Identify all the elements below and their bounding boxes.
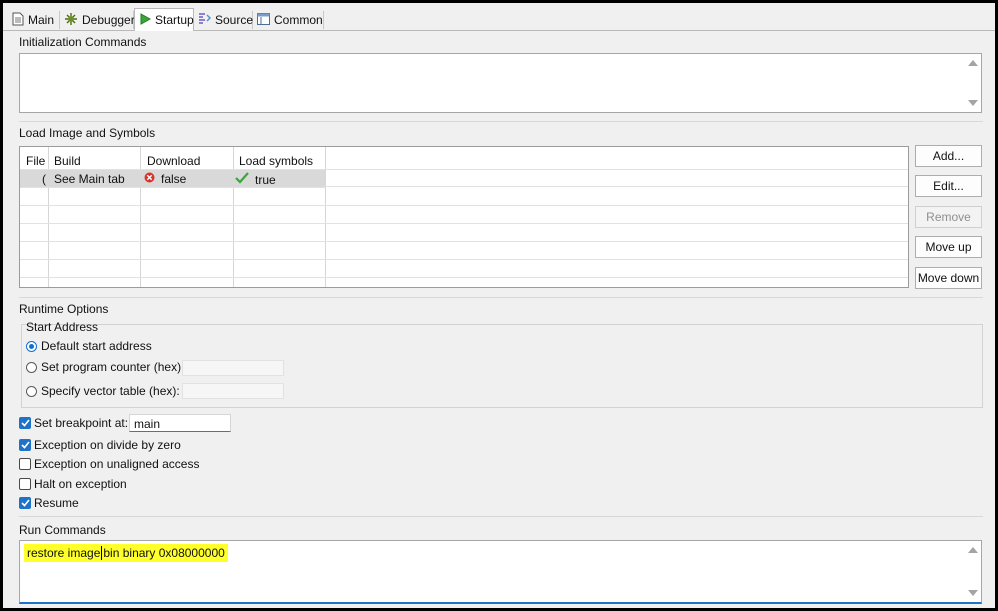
- tab-label: Startup: [155, 13, 194, 27]
- breakpoint-input[interactable]: main: [129, 414, 231, 432]
- tab-debugger[interactable]: Debugger: [60, 11, 135, 29]
- play-icon: [139, 12, 152, 28]
- remove-button[interactable]: Remove: [915, 206, 982, 228]
- table-row: [20, 242, 908, 260]
- radio-button[interactable]: [26, 361, 37, 373]
- checkbox-label: Exception on unaligned access: [34, 457, 200, 471]
- checkbox-label: Set breakpoint at:: [34, 416, 129, 430]
- init-commands-textarea[interactable]: [19, 53, 982, 113]
- checkbox[interactable]: [19, 439, 31, 451]
- tab-label: Common: [274, 13, 323, 27]
- table-row: [20, 206, 908, 224]
- checkbox[interactable]: [19, 497, 31, 509]
- table-row: [20, 260, 908, 278]
- divider: [19, 121, 983, 122]
- scroll-down-arrow-icon[interactable]: [968, 590, 978, 596]
- column-header-load-symbols[interactable]: Load symbols: [239, 154, 313, 168]
- edit-button[interactable]: Edit...: [915, 175, 982, 197]
- column-header-file[interactable]: File: [26, 154, 45, 168]
- radio-button[interactable]: [26, 340, 37, 352]
- add-button[interactable]: Add...: [915, 145, 982, 167]
- window-icon: [257, 12, 270, 28]
- cell-load-symbols: true: [235, 172, 276, 187]
- tab-main[interactable]: Main: [8, 11, 60, 29]
- unaligned-access-checkbox[interactable]: Exception on unaligned access: [19, 457, 199, 471]
- runtime-options-title: Runtime Options: [19, 302, 109, 316]
- tab-common[interactable]: Common: [253, 11, 324, 29]
- radio-label: Set program counter (hex):: [41, 360, 185, 374]
- divider: [19, 297, 983, 298]
- tab-label: Debugger: [82, 13, 135, 27]
- load-image-table[interactable]: File Build Download Load symbols ( See M…: [19, 146, 909, 288]
- source-icon: [198, 12, 211, 28]
- document-icon: [12, 12, 24, 29]
- halt-on-exception-checkbox[interactable]: Halt on exception: [19, 477, 127, 491]
- checkbox[interactable]: [19, 417, 31, 429]
- program-counter-radio[interactable]: Set program counter (hex):: [26, 360, 184, 374]
- move-up-button[interactable]: Move up: [915, 236, 982, 258]
- tab-source[interactable]: Source: [194, 11, 253, 29]
- scroll-up-arrow-icon[interactable]: [968, 547, 978, 553]
- program-counter-input[interactable]: [182, 360, 284, 376]
- highlighted-command: restore image bin binary 0x08000000: [24, 544, 228, 562]
- tab-bar: Main Debugger Startup Source Common: [3, 8, 995, 31]
- run-commands-title: Run Commands: [19, 523, 106, 537]
- cell-file: (: [42, 172, 46, 186]
- radio-label: Default start address: [41, 339, 152, 353]
- tab-label: Source: [215, 13, 254, 27]
- column-header-download[interactable]: Download: [147, 154, 200, 168]
- divide-by-zero-checkbox[interactable]: Exception on divide by zero: [19, 438, 181, 452]
- column-header-build[interactable]: Build: [54, 154, 81, 168]
- cell-download: false: [144, 172, 186, 186]
- download-value: false: [161, 172, 187, 186]
- radio-button[interactable]: [26, 385, 37, 397]
- vector-table-radio[interactable]: Specify vector table (hex):: [26, 384, 180, 398]
- error-icon: [144, 172, 155, 186]
- run-commands-text: restore image bin binary 0x08000000: [24, 544, 228, 562]
- scroll-down-arrow-icon[interactable]: [968, 100, 978, 106]
- default-start-address-radio[interactable]: Default start address: [26, 339, 152, 353]
- run-commands-textarea[interactable]: restore image bin binary 0x08000000: [19, 540, 982, 604]
- init-commands-title: Initialization Commands: [19, 35, 147, 49]
- run-scrollbar[interactable]: [965, 541, 981, 602]
- table-row[interactable]: ( See Main tab false true: [20, 170, 325, 188]
- checkbox[interactable]: [19, 458, 31, 470]
- load-image-title: Load Image and Symbols: [19, 126, 156, 140]
- checkbox-label: Exception on divide by zero: [34, 438, 181, 452]
- checkbox[interactable]: [19, 478, 31, 490]
- load-symbols-value: true: [255, 172, 276, 187]
- move-down-button[interactable]: Move down: [915, 267, 982, 289]
- cell-build: See Main tab: [54, 172, 125, 186]
- start-address-title: Start Address: [26, 320, 99, 334]
- bug-gear-icon: [64, 12, 78, 29]
- tab-label: Main: [28, 13, 55, 27]
- scroll-up-arrow-icon[interactable]: [968, 60, 978, 66]
- checkmark-icon: [235, 172, 249, 187]
- table-row: [20, 188, 908, 206]
- divider: [19, 516, 983, 517]
- tab-startup[interactable]: Startup: [134, 8, 194, 31]
- checkbox-label: Halt on exception: [34, 477, 127, 491]
- checkbox-label: Resume: [34, 496, 79, 510]
- startup-tab-page: Main Debugger Startup Source Common Init…: [3, 3, 995, 608]
- vector-table-input[interactable]: [182, 383, 284, 399]
- init-scrollbar[interactable]: [965, 54, 981, 112]
- resume-checkbox[interactable]: Resume: [19, 496, 79, 510]
- table-row: [20, 224, 908, 242]
- radio-label: Specify vector table (hex):: [41, 384, 180, 398]
- set-breakpoint-checkbox[interactable]: Set breakpoint at:: [19, 416, 128, 430]
